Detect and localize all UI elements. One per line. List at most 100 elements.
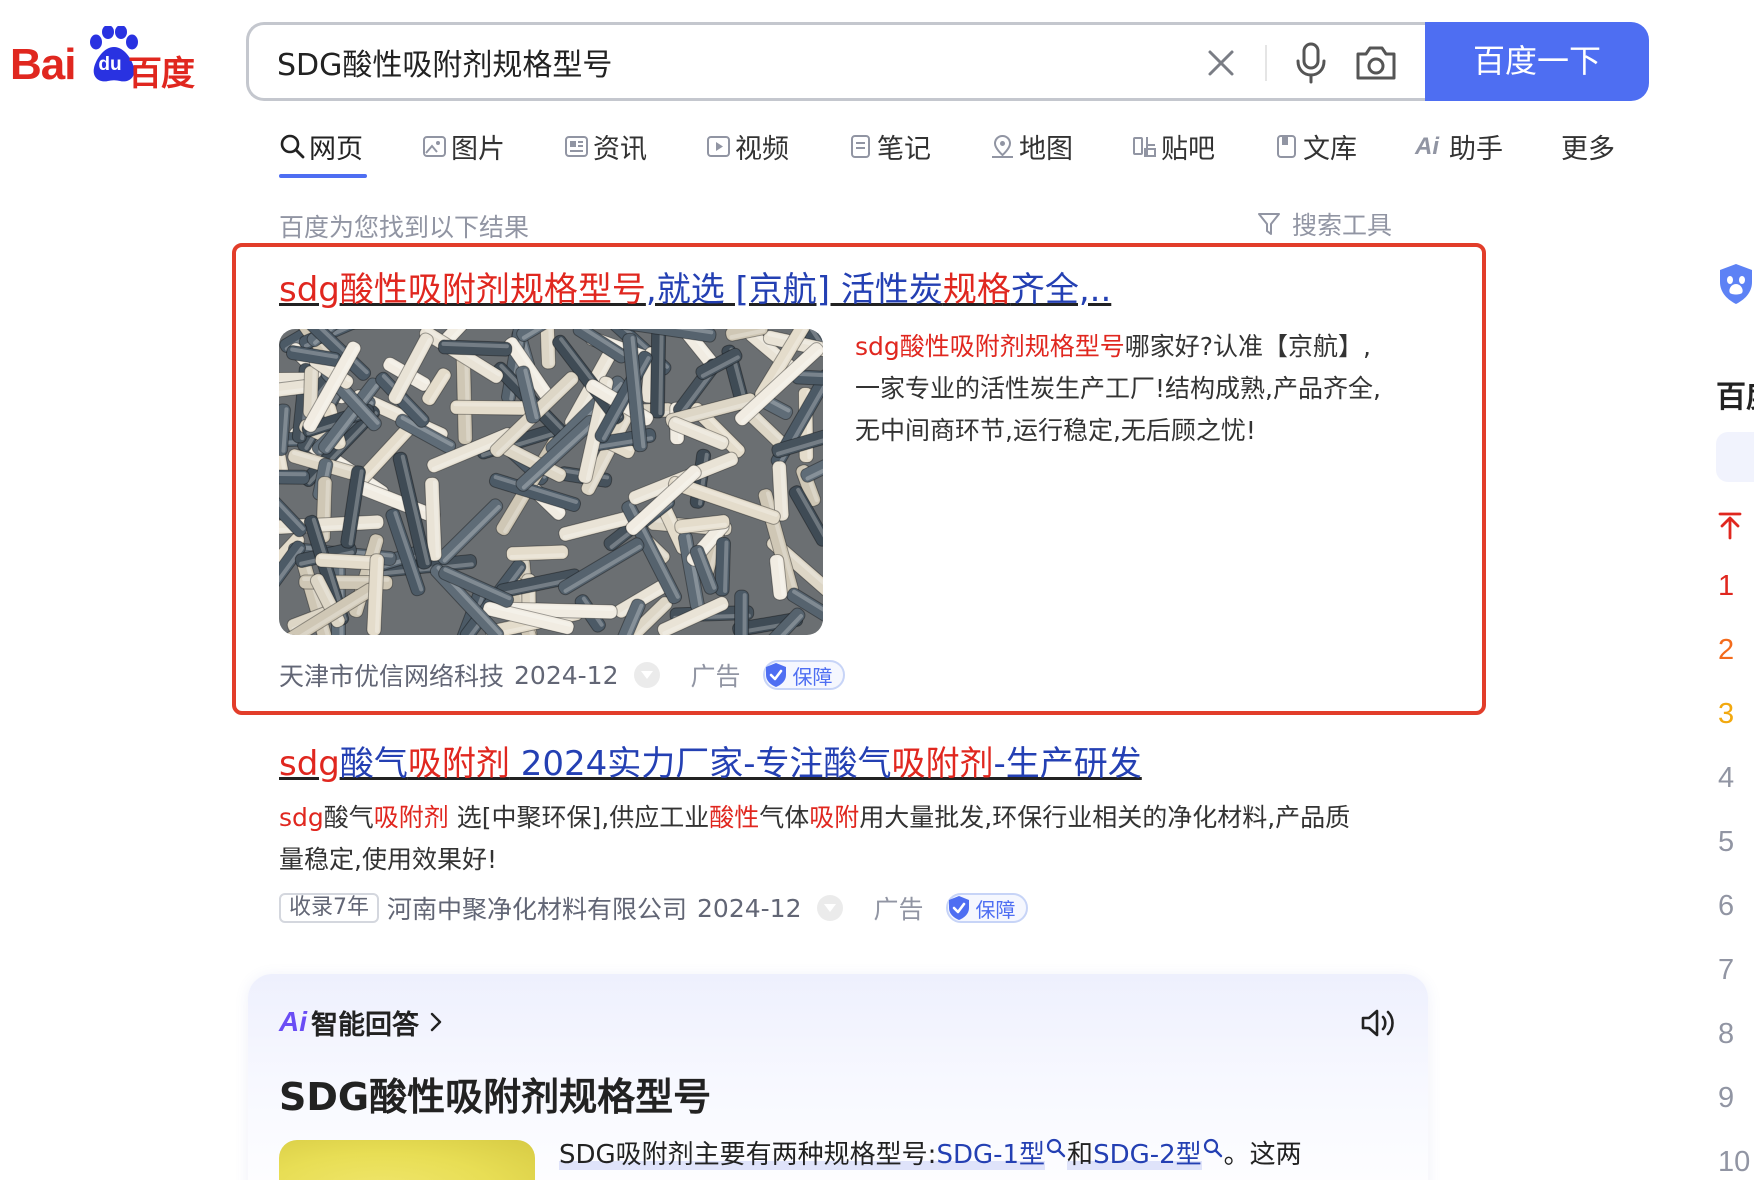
hot-list-rank: 1 bbox=[1718, 570, 1735, 602]
tab-label: 地图 bbox=[1019, 133, 1073, 165]
hot-list-rank: 10 bbox=[1718, 1146, 1751, 1178]
tab-label: 贴吧 bbox=[1161, 133, 1215, 165]
result-count-text: 百度为您找到以下结果 bbox=[279, 213, 530, 242]
chevron-down-icon[interactable] bbox=[817, 895, 844, 921]
desc-highlight: 酸性 bbox=[709, 803, 760, 832]
ad-source[interactable]: 河南中聚净化材料有限公司 bbox=[387, 890, 687, 926]
answer-link-sdg2[interactable]: SDG-2型 bbox=[1093, 1140, 1202, 1170]
ai-logo-icon: Ai bbox=[279, 1006, 307, 1037]
desc-text: 选[中聚环保],供应工业 bbox=[448, 803, 710, 832]
answer-text: 。这两 bbox=[1223, 1140, 1302, 1170]
title-highlight: 规格 bbox=[942, 270, 1011, 310]
hot-list-rank: 7 bbox=[1718, 954, 1735, 986]
tab-news[interactable]: 资讯 bbox=[563, 126, 647, 166]
tab-assistant[interactable]: Ai 助手 bbox=[1415, 126, 1503, 166]
answer-link-sdg1[interactable]: SDG-1型 bbox=[936, 1140, 1046, 1170]
guarantee-badge[interactable]: 保障 bbox=[945, 893, 1028, 923]
ai-answer-header[interactable]: Ai 智能回答 bbox=[279, 1004, 445, 1041]
desc-text: 用大量批发,环保行业相关的净化材料,产品质 bbox=[859, 803, 1351, 832]
tab-video[interactable]: 视频 bbox=[705, 126, 789, 166]
search-input[interactable] bbox=[277, 39, 1177, 85]
desc-highlight: 吸附剂 bbox=[373, 803, 449, 832]
tab-label: 笔记 bbox=[877, 133, 931, 165]
desc-text: 酸气 bbox=[323, 803, 374, 832]
title-text: -生产研发 bbox=[993, 744, 1142, 784]
search-icon bbox=[280, 134, 305, 158]
microphone-icon[interactable] bbox=[1289, 39, 1333, 87]
search-icon[interactable] bbox=[1045, 1137, 1067, 1159]
ai-answer-title: SDG酸性吸附剂规格型号 bbox=[279, 1075, 712, 1119]
search-box bbox=[246, 22, 1429, 101]
baidu-logo[interactable]: Bai du 百度 bbox=[10, 26, 195, 93]
desc-highlight: sdg酸性吸附剂规格型号 bbox=[855, 332, 1125, 361]
search-icon[interactable] bbox=[1202, 1137, 1224, 1159]
ai-answer-text: SDG吸附剂主要有两种规格型号:SDG-1型 和SDG-2型 。这两 bbox=[559, 1134, 1302, 1176]
tab-library[interactable]: 文库 bbox=[1273, 126, 1357, 166]
hot-list-rank: 5 bbox=[1718, 826, 1735, 858]
hot-list-rank: 8 bbox=[1718, 1018, 1735, 1050]
ad-result-title-link[interactable]: sdg酸性吸附剂规格型号,就选 [京航] 活性炭规格齐全,.. bbox=[279, 268, 1111, 312]
tab-map[interactable]: 地图 bbox=[989, 126, 1073, 166]
speaker-icon[interactable] bbox=[1358, 1004, 1398, 1042]
search-tools-button[interactable]: 搜索工具 bbox=[1256, 206, 1392, 242]
ad-source[interactable]: 天津市优信网络科技 bbox=[279, 657, 504, 693]
desc-text: 一家专业的活性炭生产工厂!结构成熟,产品齐全, bbox=[855, 374, 1381, 403]
title-text: ,就选 [京航] 活性炭 bbox=[645, 270, 943, 310]
ad-label: 广告 bbox=[873, 895, 924, 924]
shield-check-icon bbox=[948, 896, 969, 920]
ad-label: 广告 bbox=[690, 662, 741, 691]
tab-label: 更多 bbox=[1561, 133, 1615, 165]
guarantee-label: 保障 bbox=[975, 897, 1016, 922]
title-highlight: sdg bbox=[279, 744, 340, 784]
clear-icon[interactable] bbox=[1199, 41, 1243, 85]
title-highlight: 吸附剂 bbox=[891, 744, 994, 784]
hot-list-rank: 4 bbox=[1718, 762, 1735, 794]
answer-text: SDG吸附剂主要有两种规格型号: bbox=[559, 1140, 937, 1170]
ad-meta-row: 天津市优信网络科技 2024-12 广告 保障 bbox=[279, 658, 845, 692]
search-button[interactable]: 百度一下 bbox=[1425, 22, 1649, 101]
desc-highlight: 吸附 bbox=[809, 803, 860, 832]
title-highlight: sdg bbox=[279, 270, 340, 310]
desc-text: 哪家好?认准【京航】, bbox=[1124, 332, 1371, 361]
tab-label: 网页 bbox=[309, 133, 363, 165]
camera-icon[interactable] bbox=[1351, 39, 1401, 87]
ad-product-image[interactable] bbox=[279, 329, 823, 635]
tab-webpage[interactable]: 网页 bbox=[279, 126, 363, 166]
desc-text: 气体 bbox=[759, 803, 810, 832]
activated-carbon-pellets-image bbox=[279, 329, 823, 635]
tab-label: 助手 bbox=[1449, 133, 1503, 165]
ai-answer-label: 智能回答 bbox=[311, 1009, 419, 1041]
image-icon bbox=[423, 135, 446, 157]
hot-list-rank: 2 bbox=[1718, 634, 1735, 666]
tab-images[interactable]: 图片 bbox=[421, 126, 505, 166]
tieba-icon bbox=[1133, 136, 1156, 157]
tab-more[interactable]: 更多 bbox=[1561, 126, 1615, 166]
library-icon bbox=[1277, 134, 1296, 158]
ai-answer-thumbnail[interactable] bbox=[279, 1140, 535, 1180]
note-icon bbox=[851, 134, 870, 158]
video-icon bbox=[707, 135, 730, 157]
shield-check-icon bbox=[765, 663, 786, 687]
tab-tieba[interactable]: 贴吧 bbox=[1131, 126, 1215, 166]
ad-date: 2024-12 bbox=[514, 660, 619, 690]
shield-icon[interactable] bbox=[1716, 262, 1754, 306]
chevron-down-icon[interactable] bbox=[634, 662, 661, 688]
hot-list-rank: 3 bbox=[1718, 698, 1735, 730]
indexed-years-badge: 收录7年 bbox=[279, 893, 379, 923]
chevron-right-icon bbox=[430, 1012, 442, 1032]
hot-list-rank: 9 bbox=[1718, 1082, 1735, 1114]
divider bbox=[1265, 45, 1267, 81]
search-tools-label: 搜索工具 bbox=[1292, 211, 1393, 240]
ad-result-title-link[interactable]: sdg酸气吸附剂 2024实力厂家-专注酸气吸附剂-生产研发 bbox=[279, 742, 1142, 786]
tab-notes[interactable]: 笔记 bbox=[847, 126, 931, 166]
answer-text: 和 bbox=[1067, 1140, 1094, 1170]
ai-icon: Ai bbox=[1415, 132, 1439, 160]
tab-label: 资讯 bbox=[593, 133, 647, 165]
news-icon bbox=[565, 135, 588, 157]
map-icon bbox=[992, 134, 1013, 158]
desc-text: 无中间商环节,运行稳定,无后顾之忧! bbox=[855, 416, 1256, 445]
guarantee-badge[interactable]: 保障 bbox=[762, 660, 845, 690]
active-tab-indicator bbox=[279, 174, 367, 178]
hot-list-tab[interactable] bbox=[1716, 432, 1754, 482]
title-highlight: 吸附剂 bbox=[407, 744, 510, 784]
